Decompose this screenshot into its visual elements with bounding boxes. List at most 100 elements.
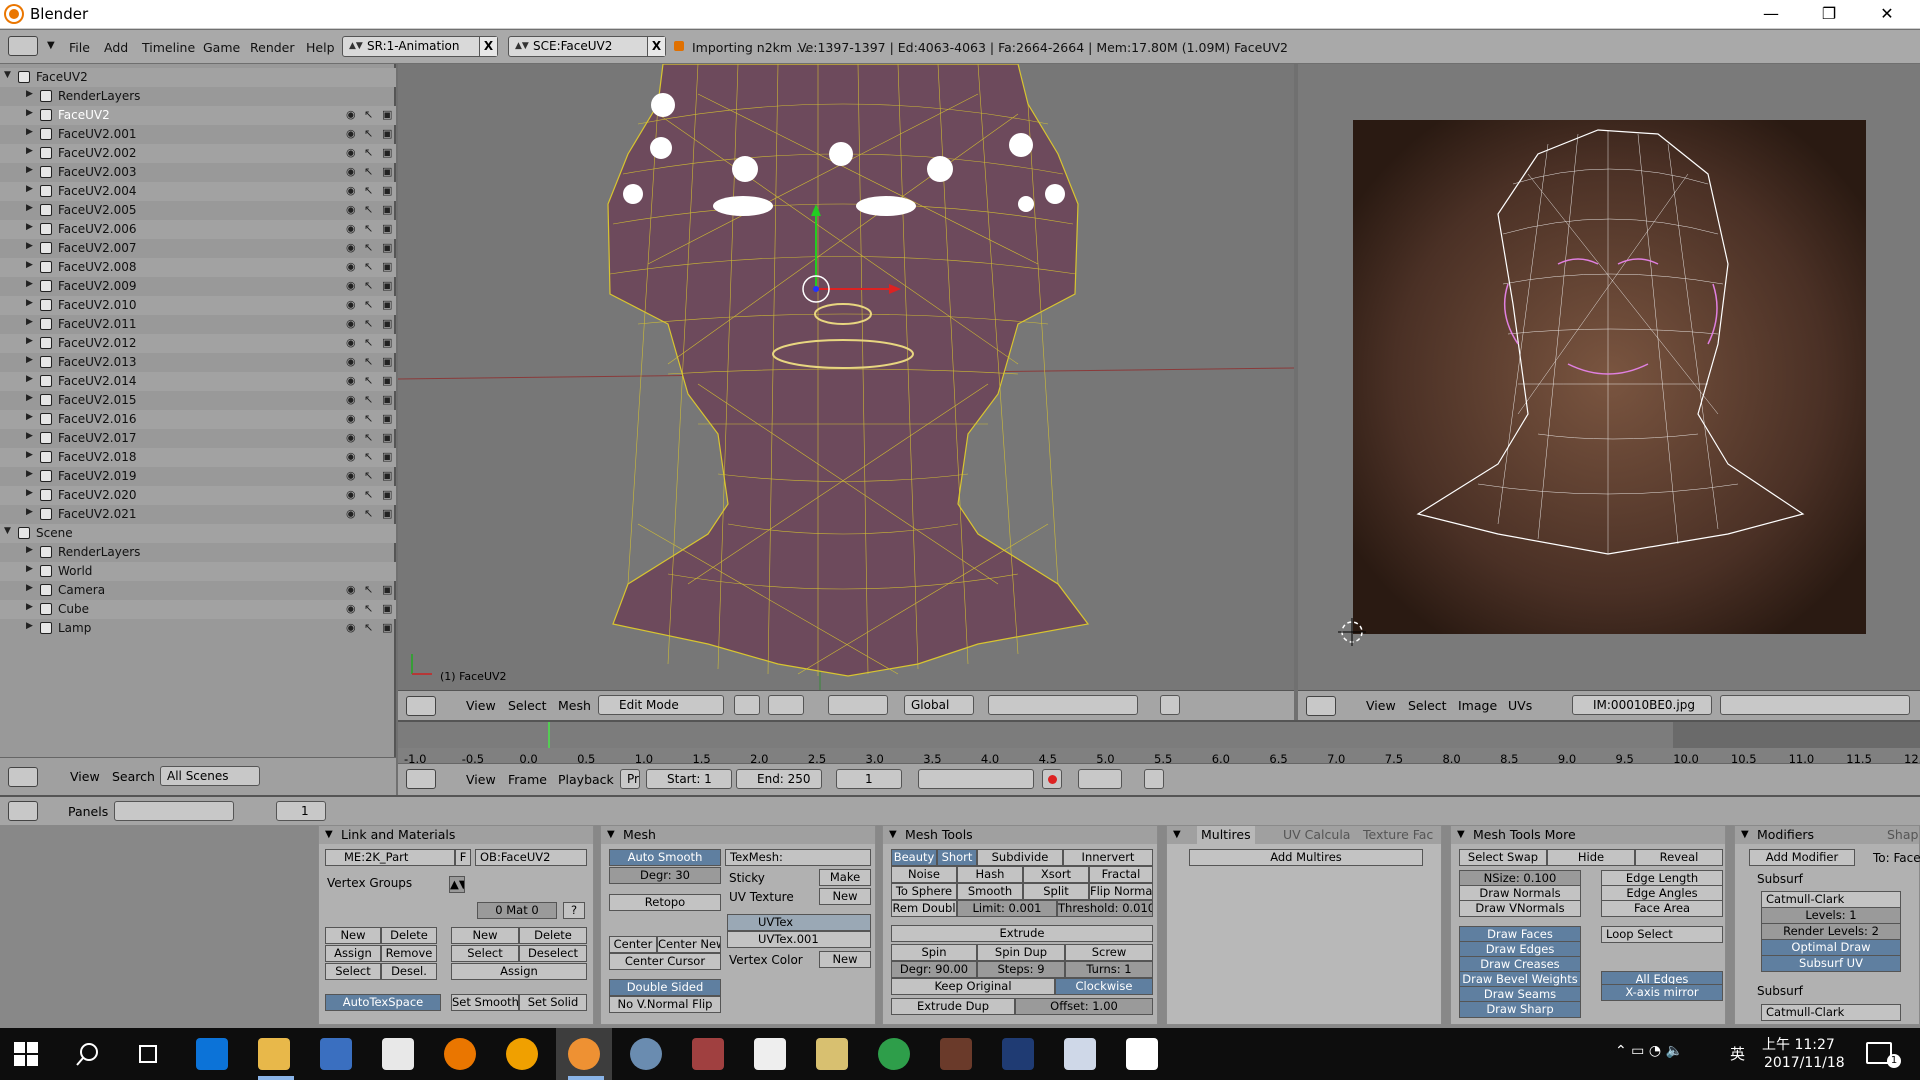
- file-explorer-icon[interactable]: [258, 1038, 290, 1070]
- draw-sharp-toggle[interactable]: Draw Sharp: [1459, 1001, 1581, 1018]
- viewport-select-menu[interactable]: Select: [508, 698, 547, 713]
- app4-icon[interactable]: [754, 1038, 786, 1070]
- expand-arrow-icon[interactable]: ▶: [26, 355, 33, 365]
- eye-icon[interactable]: ◉: [346, 203, 356, 216]
- outliner-item[interactable]: ▶ Cube ◉ ↖ ▣: [0, 600, 396, 619]
- eye-icon[interactable]: ◉: [346, 108, 356, 121]
- tab-uv-calculation[interactable]: UV Calcula: [1283, 826, 1350, 844]
- render-icon[interactable]: ▣: [382, 583, 392, 596]
- outliner-item[interactable]: ▶ FaceUV2.005 ◉ ↖ ▣: [0, 201, 396, 220]
- material-deselect-button[interactable]: Deselect: [519, 945, 587, 962]
- uv-image-editor[interactable]: [1298, 64, 1920, 719]
- smooth-degree-field[interactable]: Degr: 30: [609, 867, 721, 884]
- draw-type-icon[interactable]: [734, 695, 760, 715]
- vgroup-browse[interactable]: ▲▼: [449, 876, 465, 893]
- current-frame-marker[interactable]: [548, 722, 550, 748]
- app3-icon[interactable]: [692, 1038, 724, 1070]
- subsurf-modifier-name[interactable]: Subsurf: [1757, 872, 1803, 886]
- expand-arrow-icon[interactable]: ▶: [26, 165, 33, 175]
- orientation-select[interactable]: Global: [904, 695, 974, 715]
- menu-add[interactable]: Add: [104, 40, 128, 55]
- cursor-icon[interactable]: ↖: [364, 412, 373, 425]
- render-levels-field[interactable]: Render Levels: 2: [1761, 923, 1901, 940]
- spin-button[interactable]: Spin: [891, 944, 977, 961]
- eye-icon[interactable]: ◉: [346, 336, 356, 349]
- expand-arrow-icon[interactable]: ▶: [26, 241, 33, 251]
- render-icon[interactable]: ▣: [382, 184, 392, 197]
- eye-icon[interactable]: ◉: [346, 355, 356, 368]
- expand-arrow-icon[interactable]: ▶: [26, 602, 33, 612]
- render-icon[interactable]: ▣: [382, 241, 392, 254]
- uv-canvas[interactable]: [1298, 64, 1920, 690]
- app6-icon[interactable]: [940, 1038, 972, 1070]
- beauty-toggle[interactable]: Beauty: [891, 849, 937, 866]
- 3d-viewport[interactable]: (1) FaceUV2: [398, 64, 1294, 719]
- preview-range-button[interactable]: Pr: [620, 769, 640, 789]
- panel-header[interactable]: ▼ Mesh: [601, 826, 875, 844]
- expand-arrow-icon[interactable]: ▶: [26, 374, 33, 384]
- cursor-icon[interactable]: ↖: [364, 355, 373, 368]
- mesh-datablock-field[interactable]: ME:2K_Part: [325, 849, 455, 866]
- hide-button[interactable]: Hide: [1547, 849, 1635, 866]
- expand-arrow-icon[interactable]: ▶: [26, 564, 33, 574]
- add-multires-button[interactable]: Add Multires: [1189, 849, 1423, 866]
- menu-file[interactable]: File: [69, 40, 90, 55]
- vgroup-delete-button[interactable]: Delete: [381, 927, 437, 944]
- eye-icon[interactable]: ◉: [346, 374, 356, 387]
- eye-icon[interactable]: ◉: [346, 298, 356, 311]
- render-icon[interactable]: ▣: [382, 298, 392, 311]
- eye-icon[interactable]: ◉: [346, 583, 356, 596]
- eye-icon[interactable]: ◉: [346, 507, 356, 520]
- render-icon[interactable]: ▣: [382, 317, 392, 330]
- subdivision-type-select-2[interactable]: Catmull-Clark: [1761, 1004, 1901, 1021]
- editor-type-icon[interactable]: [1306, 696, 1336, 716]
- eye-icon[interactable]: ◉: [346, 184, 356, 197]
- expand-arrow-icon[interactable]: ▶: [26, 184, 33, 194]
- optimal-draw-toggle[interactable]: Optimal Draw: [1761, 939, 1901, 956]
- audio-icon[interactable]: [1144, 769, 1164, 789]
- input-language[interactable]: 英: [1730, 1043, 1745, 1064]
- viewport-canvas[interactable]: [398, 64, 1294, 690]
- eye-icon[interactable]: ◉: [346, 450, 356, 463]
- clock-date[interactable]: 2017/11/18: [1764, 1055, 1845, 1071]
- cursor-icon[interactable]: ↖: [364, 241, 373, 254]
- search-icon[interactable]: [76, 1042, 100, 1066]
- outliner-item[interactable]: ▶ FaceUV2.010 ◉ ↖ ▣: [0, 296, 396, 315]
- render-icon[interactable]: ▣: [382, 108, 392, 121]
- outliner-item[interactable]: ▶ World: [0, 562, 396, 581]
- app2-icon[interactable]: [630, 1038, 662, 1070]
- editor-type-icon[interactable]: [8, 801, 38, 821]
- split-button[interactable]: Split: [1023, 883, 1089, 900]
- vgroup-assign-button[interactable]: Assign: [325, 945, 381, 962]
- centre-button[interactable]: Center: [609, 936, 657, 953]
- screw-button[interactable]: Screw: [1065, 944, 1153, 961]
- image-image-menu[interactable]: Image: [1458, 698, 1497, 713]
- cursor-icon[interactable]: ↖: [364, 184, 373, 197]
- tab-multires[interactable]: Multires: [1197, 826, 1255, 844]
- outliner-item[interactable]: ▶ FaceUV2 ◉ ↖ ▣: [0, 106, 396, 125]
- image-browse-select[interactable]: IM:00010BE0.jpg: [1572, 695, 1712, 715]
- eye-icon[interactable]: ◉: [346, 393, 356, 406]
- cursor-icon[interactable]: ↖: [364, 203, 373, 216]
- render-icon[interactable]: ▣: [382, 621, 392, 634]
- autotexspace-toggle[interactable]: AutoTexSpace: [325, 994, 441, 1011]
- outliner-item[interactable]: ▼ Scene: [0, 524, 396, 543]
- to-sphere-button[interactable]: To Sphere: [891, 883, 957, 900]
- render-icon[interactable]: ▣: [382, 507, 392, 520]
- expand-arrow-icon[interactable]: ▶: [26, 431, 33, 441]
- threshold-field[interactable]: Threshold: 0.010: [1057, 900, 1153, 917]
- tray-icons[interactable]: ⌃ ▭ ◔ 🔈: [1615, 1043, 1725, 1065]
- vgroup-deselect-button[interactable]: Desel.: [381, 963, 437, 980]
- timeline-view-menu[interactable]: View: [466, 772, 496, 787]
- outliner-item[interactable]: ▶ FaceUV2.013 ◉ ↖ ▣: [0, 353, 396, 372]
- render-icon[interactable]: ▣: [382, 146, 392, 159]
- eye-icon[interactable]: ◉: [346, 412, 356, 425]
- eye-icon[interactable]: ◉: [346, 279, 356, 292]
- menu-game[interactable]: Game: [203, 40, 240, 55]
- short-toggle[interactable]: Short: [937, 849, 977, 866]
- outliner-item[interactable]: ▶ FaceUV2.011 ◉ ↖ ▣: [0, 315, 396, 334]
- render-icon[interactable]: ▣: [382, 165, 392, 178]
- outliner-item[interactable]: ▶ FaceUV2.020 ◉ ↖ ▣: [0, 486, 396, 505]
- render-icon[interactable]: ▣: [382, 374, 392, 387]
- cursor-icon[interactable]: ↖: [364, 108, 373, 121]
